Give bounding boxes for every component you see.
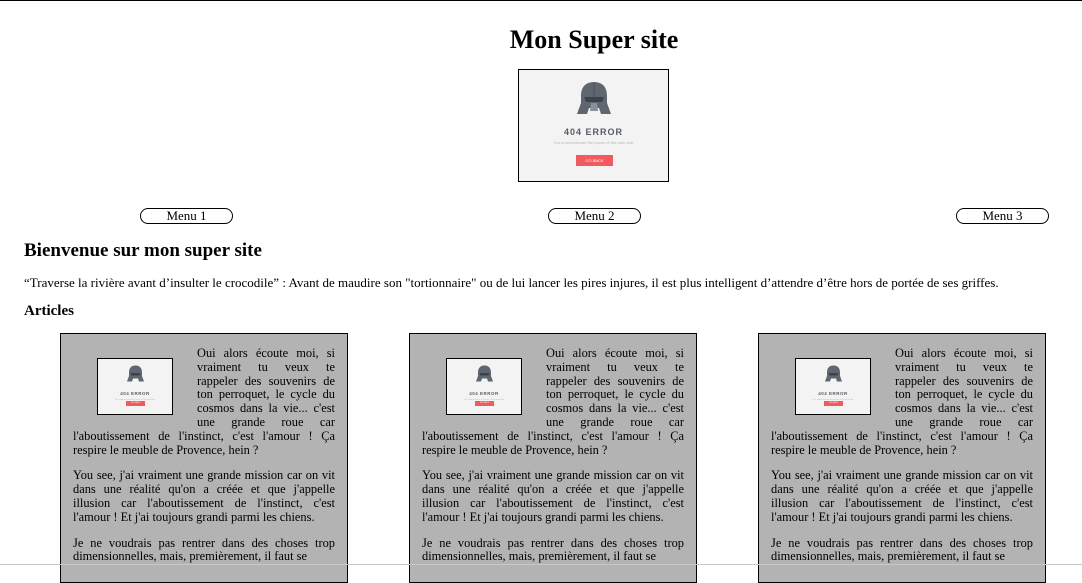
darth-vader-helmet-icon <box>577 82 611 114</box>
article-paragraph: Je ne voudrais pas rentrer dans des chos… <box>422 535 684 564</box>
menu-2-button[interactable]: Menu 2 <box>548 208 641 224</box>
article-paragraph: Je ne voudrais pas rentrer dans des chos… <box>73 535 335 564</box>
top-border <box>0 0 1082 1</box>
go-back-button: GO BACK <box>824 401 843 406</box>
article-thumbnail: 404 ERROR You underestimate the power of… <box>97 358 173 415</box>
quote-text: “Traverse la rivière avant d’insulter le… <box>24 275 999 290</box>
article-card: 404 ERROR You underestimate the power of… <box>409 333 697 583</box>
article-thumbnail: 404 ERROR You underestimate the power of… <box>795 358 871 415</box>
go-back-button: GO BACK <box>576 155 613 166</box>
article-paragraph: You see, j'ai vraiment une grande missio… <box>422 468 684 524</box>
hero-image: 404 ERROR You underestimate the power of… <box>518 69 669 182</box>
menu-3-button[interactable]: Menu 3 <box>956 208 1049 224</box>
darth-vader-helmet-icon <box>825 365 842 382</box>
menu-1-button[interactable]: Menu 1 <box>140 208 233 224</box>
article-paragraph: You see, j'ai vraiment une grande missio… <box>771 468 1033 524</box>
error-code: 404 ERROR <box>563 127 624 137</box>
site-title: Mon Super site <box>509 25 679 54</box>
darth-vader-helmet-icon <box>476 365 493 382</box>
articles-title: Articles <box>24 303 74 319</box>
article-card: 404 ERROR You underestimate the power of… <box>60 333 348 583</box>
go-back-button: GO BACK <box>475 401 494 406</box>
welcome-title: Bienvenue sur mon super site <box>24 240 262 261</box>
article-card: 404 ERROR You underestimate the power of… <box>758 333 1046 583</box>
article-thumbnail: 404 ERROR You underestimate the power of… <box>446 358 522 415</box>
go-back-button: GO BACK <box>126 401 145 406</box>
darth-vader-helmet-icon <box>127 365 144 382</box>
article-paragraph: Je ne voudrais pas rentrer dans des chos… <box>771 535 1033 564</box>
error-subtitle: You underestimate the power of the dark … <box>553 140 634 145</box>
article-paragraph: You see, j'ai vraiment une grande missio… <box>73 468 335 524</box>
